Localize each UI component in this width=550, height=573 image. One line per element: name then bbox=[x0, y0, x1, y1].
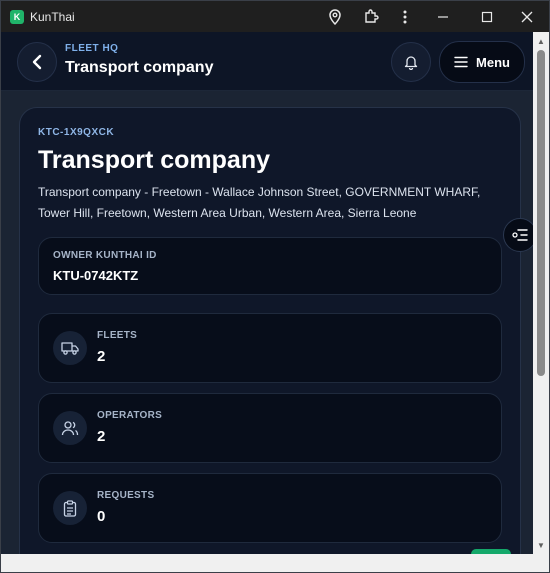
company-card: KTC-1X9QXCK Transport company Transport … bbox=[19, 107, 521, 554]
stat-card-operators[interactable]: OPERATORS 2 bbox=[38, 393, 502, 463]
minimize-icon[interactable] bbox=[425, 1, 461, 32]
notifications-button[interactable] bbox=[391, 42, 431, 82]
vertical-scrollbar[interactable]: ▲ ▼ bbox=[533, 32, 549, 554]
scroll-down-arrow-icon[interactable]: ▼ bbox=[533, 538, 549, 552]
stat-label: FLEETS bbox=[97, 330, 138, 341]
scrollbar-thumb[interactable] bbox=[537, 50, 545, 376]
extensions-icon[interactable] bbox=[353, 1, 389, 32]
scroll-up-arrow-icon[interactable]: ▲ bbox=[533, 34, 549, 48]
maximize-icon[interactable] bbox=[469, 1, 505, 32]
more-options-icon[interactable] bbox=[387, 1, 423, 32]
header-subtitle: FLEET HQ bbox=[65, 43, 119, 54]
filter-icon bbox=[512, 229, 528, 241]
truck-icon bbox=[53, 331, 87, 365]
stat-card-requests[interactable]: REQUESTS 0 bbox=[38, 473, 502, 543]
stat-value: 2 bbox=[97, 348, 106, 365]
menu-label: Menu bbox=[476, 54, 510, 70]
header-title: Transport company bbox=[65, 59, 214, 76]
title-bar: K KunThai bbox=[1, 1, 549, 32]
filter-button[interactable] bbox=[503, 218, 537, 252]
window-title: KunThai bbox=[30, 9, 75, 24]
app-header: FLEET HQ Transport company Menu bbox=[1, 32, 549, 91]
chevron-left-icon bbox=[32, 54, 42, 70]
clipboard-icon bbox=[53, 491, 87, 525]
users-icon bbox=[53, 411, 87, 445]
owner-id-box: OWNER KUNTHAI ID KTU-0742KTZ bbox=[38, 237, 502, 295]
stat-card-fleets[interactable]: FLEETS 2 bbox=[38, 313, 502, 383]
stat-label: REQUESTS bbox=[97, 490, 155, 501]
company-address: Transport company - Freetown - Wallace J… bbox=[38, 185, 481, 220]
app-logo: K bbox=[10, 9, 24, 24]
menu-button[interactable]: Menu bbox=[439, 41, 525, 83]
company-name: Transport company bbox=[38, 146, 270, 174]
owner-id-label: OWNER KUNTHAI ID bbox=[53, 250, 157, 261]
owner-id-value: KTU-0742KTZ bbox=[53, 268, 139, 283]
window-bottom-edge bbox=[1, 554, 549, 572]
bell-icon bbox=[404, 56, 418, 70]
company-code: KTC-1X9QXCK bbox=[38, 127, 115, 138]
back-button[interactable] bbox=[17, 42, 57, 82]
stat-value: 0 bbox=[97, 508, 106, 525]
app-window: K KunThai FLEET HQ Transport company Men… bbox=[0, 0, 550, 573]
hamburger-icon bbox=[454, 56, 468, 68]
main-content: KTC-1X9QXCK Transport company Transport … bbox=[1, 91, 533, 554]
location-pin-icon[interactable] bbox=[317, 1, 353, 32]
close-icon[interactable] bbox=[509, 1, 545, 32]
stat-value: 2 bbox=[97, 428, 106, 445]
stat-label: OPERATORS bbox=[97, 410, 163, 421]
